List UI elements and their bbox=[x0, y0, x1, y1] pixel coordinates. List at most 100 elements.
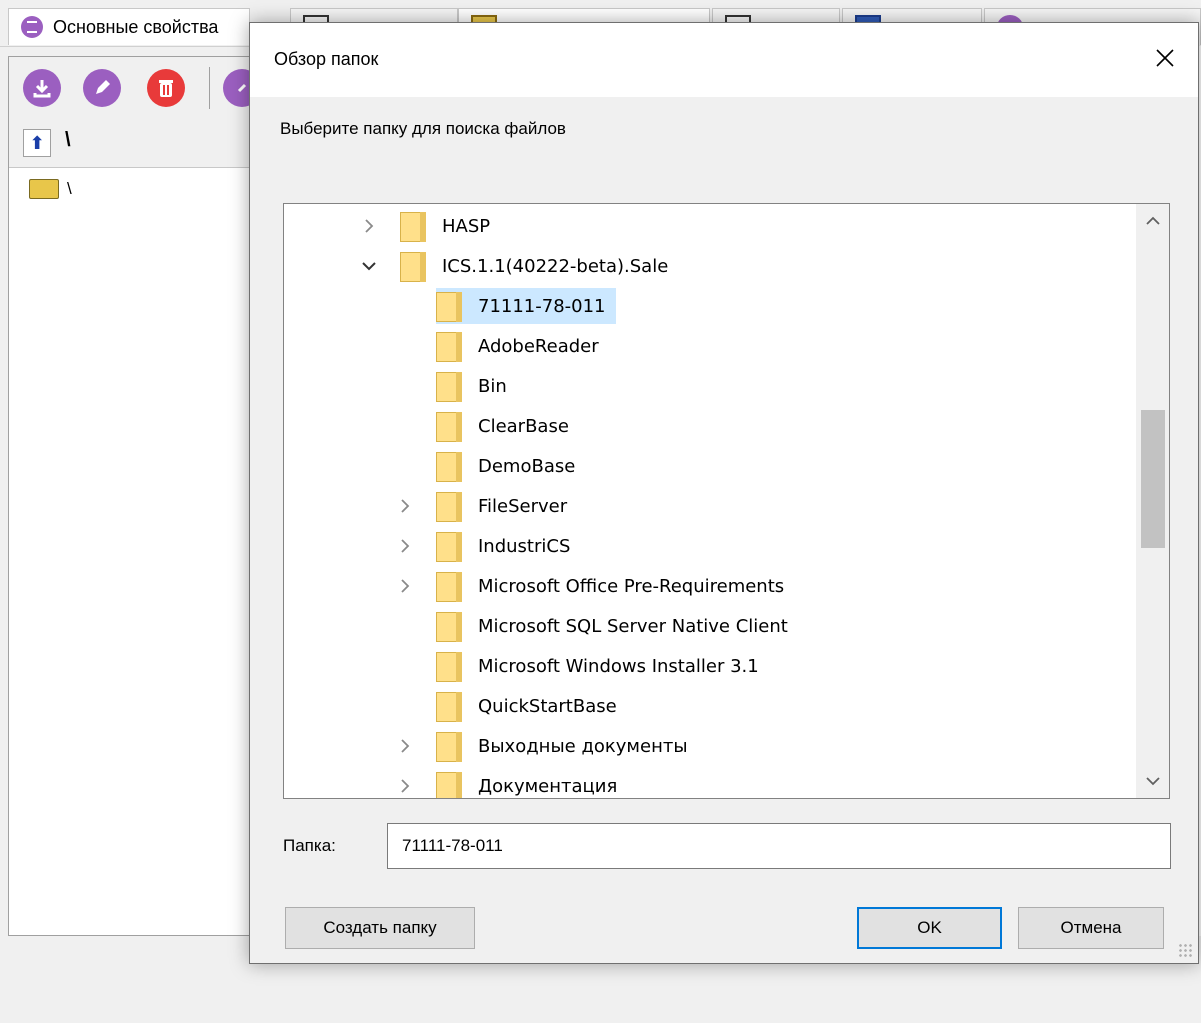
chevron-right-icon bbox=[365, 219, 374, 233]
folder-icon bbox=[436, 610, 462, 642]
tree-item-content[interactable]: HASP bbox=[400, 208, 500, 244]
tree-item-content[interactable]: IndustriCS bbox=[436, 528, 580, 564]
tree-item-content[interactable]: ClearBase bbox=[436, 408, 579, 444]
folder-icon bbox=[436, 290, 462, 322]
folder-icon bbox=[400, 210, 426, 242]
tree-item[interactable]: Microsoft Office Pre-Requirements bbox=[394, 568, 794, 604]
tab-label: Основные свойства bbox=[53, 16, 219, 37]
folder-icon bbox=[436, 530, 462, 562]
chevron-up-icon bbox=[1145, 216, 1160, 225]
chevron-right-icon bbox=[401, 779, 410, 793]
tree-item-content[interactable]: Microsoft SQL Server Native Client bbox=[436, 608, 798, 644]
folder-icon bbox=[400, 250, 426, 282]
document-list-icon bbox=[21, 16, 43, 38]
folder-icon bbox=[436, 730, 462, 762]
resize-grip[interactable] bbox=[1178, 943, 1194, 959]
scroll-up-button[interactable] bbox=[1136, 204, 1169, 238]
folder-icon bbox=[436, 570, 462, 602]
tree-item-content[interactable]: QuickStartBase bbox=[436, 688, 627, 724]
scroll-down-button[interactable] bbox=[1136, 764, 1169, 798]
chevron-right-icon bbox=[401, 739, 410, 753]
ok-button[interactable]: OK bbox=[857, 907, 1002, 949]
folder-icon bbox=[436, 650, 462, 682]
tree-item[interactable]: FileServer bbox=[394, 488, 577, 524]
folder-open-icon bbox=[29, 179, 59, 199]
folder-field-label: Папка: bbox=[283, 836, 336, 855]
create-folder-button[interactable]: Создать папку bbox=[285, 907, 475, 949]
path-bar: ⬆ \ bbox=[9, 119, 252, 168]
folder-icon bbox=[436, 330, 462, 362]
tree-item[interactable]: ClearBase bbox=[394, 408, 579, 444]
chevron-down-icon bbox=[362, 262, 376, 271]
folder-icon bbox=[436, 370, 462, 402]
chevron-right-icon bbox=[401, 539, 410, 553]
browse-folder-dialog: Обзор папок Выберите папку для поиска фа… bbox=[249, 22, 1199, 964]
download-button[interactable] bbox=[23, 69, 61, 107]
close-icon bbox=[1156, 49, 1174, 67]
folder-icon bbox=[436, 410, 462, 442]
toolbar-separator bbox=[209, 67, 210, 109]
tree-item[interactable]: DemoBase bbox=[394, 448, 585, 484]
tree-item-label: IndustriCS bbox=[478, 535, 571, 557]
tree-item-content[interactable]: 71111-78-011 bbox=[436, 288, 616, 324]
tree-item[interactable]: Документация bbox=[394, 768, 627, 798]
tree-item-content[interactable]: Выходные документы bbox=[436, 728, 698, 764]
tree-item[interactable]: 71111-78-011 bbox=[394, 288, 616, 324]
tree-item[interactable]: Bin bbox=[394, 368, 517, 404]
scroll-thumb[interactable] bbox=[1141, 410, 1165, 548]
tree-item-content[interactable]: Bin bbox=[436, 368, 517, 404]
tree-item-content[interactable]: AdobeReader bbox=[436, 328, 609, 364]
left-file-panel: ⬆ \ \ bbox=[8, 56, 261, 936]
tree-item-label: ClearBase bbox=[478, 415, 569, 437]
expand-toggle[interactable] bbox=[394, 535, 416, 557]
tab-main-properties[interactable]: Основные свойства bbox=[8, 8, 250, 45]
arrow-up-icon: ⬆ bbox=[29, 132, 45, 153]
folder-icon bbox=[436, 690, 462, 722]
tree-item[interactable]: ICS.1.1(40222-beta).Sale bbox=[358, 248, 678, 284]
tree-root-label: \ bbox=[67, 179, 72, 198]
tree-item-label: Microsoft Windows Installer 3.1 bbox=[478, 655, 759, 677]
tree-item-label: HASP bbox=[442, 215, 491, 237]
tree-item[interactable]: IndustriCS bbox=[394, 528, 580, 564]
tree-item-label: Документация bbox=[478, 775, 618, 797]
expand-toggle[interactable] bbox=[394, 575, 416, 597]
tree-item-label: QuickStartBase bbox=[478, 695, 617, 717]
tree-item-label: Microsoft SQL Server Native Client bbox=[478, 615, 788, 637]
tree-item[interactable]: AdobeReader bbox=[394, 328, 609, 364]
tree-item-content[interactable]: ICS.1.1(40222-beta).Sale bbox=[400, 248, 678, 284]
vertical-scrollbar[interactable] bbox=[1136, 204, 1169, 798]
up-folder-button[interactable]: ⬆ bbox=[23, 129, 51, 157]
expand-toggle[interactable] bbox=[394, 735, 416, 757]
tree-item-label: Microsoft Office Pre-Requirements bbox=[478, 575, 785, 597]
tree-item-label: Выходные документы bbox=[478, 735, 688, 757]
tree-item-label: ICS.1.1(40222-beta).Sale bbox=[442, 255, 669, 277]
expand-toggle[interactable] bbox=[358, 255, 380, 277]
delete-button[interactable] bbox=[147, 69, 185, 107]
tree-item[interactable]: Microsoft Windows Installer 3.1 bbox=[394, 648, 769, 684]
download-icon bbox=[33, 80, 51, 98]
close-button[interactable] bbox=[1140, 33, 1190, 83]
folder-icon bbox=[436, 490, 462, 522]
current-path: \ bbox=[65, 129, 71, 151]
edit-button[interactable] bbox=[83, 69, 121, 107]
expand-toggle[interactable] bbox=[394, 775, 416, 797]
folder-name-input[interactable] bbox=[387, 823, 1171, 869]
tree-item[interactable]: QuickStartBase bbox=[394, 688, 627, 724]
dialog-title: Обзор папок bbox=[274, 49, 379, 69]
expand-toggle[interactable] bbox=[358, 215, 380, 237]
tree-item-content[interactable]: Microsoft Office Pre-Requirements bbox=[436, 568, 794, 604]
expand-toggle[interactable] bbox=[394, 495, 416, 517]
tree-item-content[interactable]: DemoBase bbox=[436, 448, 585, 484]
tree-item-label: AdobeReader bbox=[478, 335, 599, 357]
dialog-titlebar: Обзор папок bbox=[250, 23, 1198, 97]
tree-item-content[interactable]: Microsoft Windows Installer 3.1 bbox=[436, 648, 769, 684]
tree-item[interactable]: Microsoft SQL Server Native Client bbox=[394, 608, 798, 644]
tree-item[interactable]: HASP bbox=[358, 208, 500, 244]
tree-item-content[interactable]: FileServer bbox=[436, 488, 577, 524]
tree-item-content[interactable]: Документация bbox=[436, 768, 627, 798]
chevron-right-icon bbox=[401, 499, 410, 513]
tree-item[interactable]: Выходные документы bbox=[394, 728, 698, 764]
cancel-button[interactable]: Отмена bbox=[1018, 907, 1164, 949]
folder-tree[interactable]: HASP ICS.1.1(40222-beta).Sale 71111-78-011… bbox=[283, 203, 1170, 799]
tree-root-item[interactable]: \ bbox=[29, 179, 72, 199]
